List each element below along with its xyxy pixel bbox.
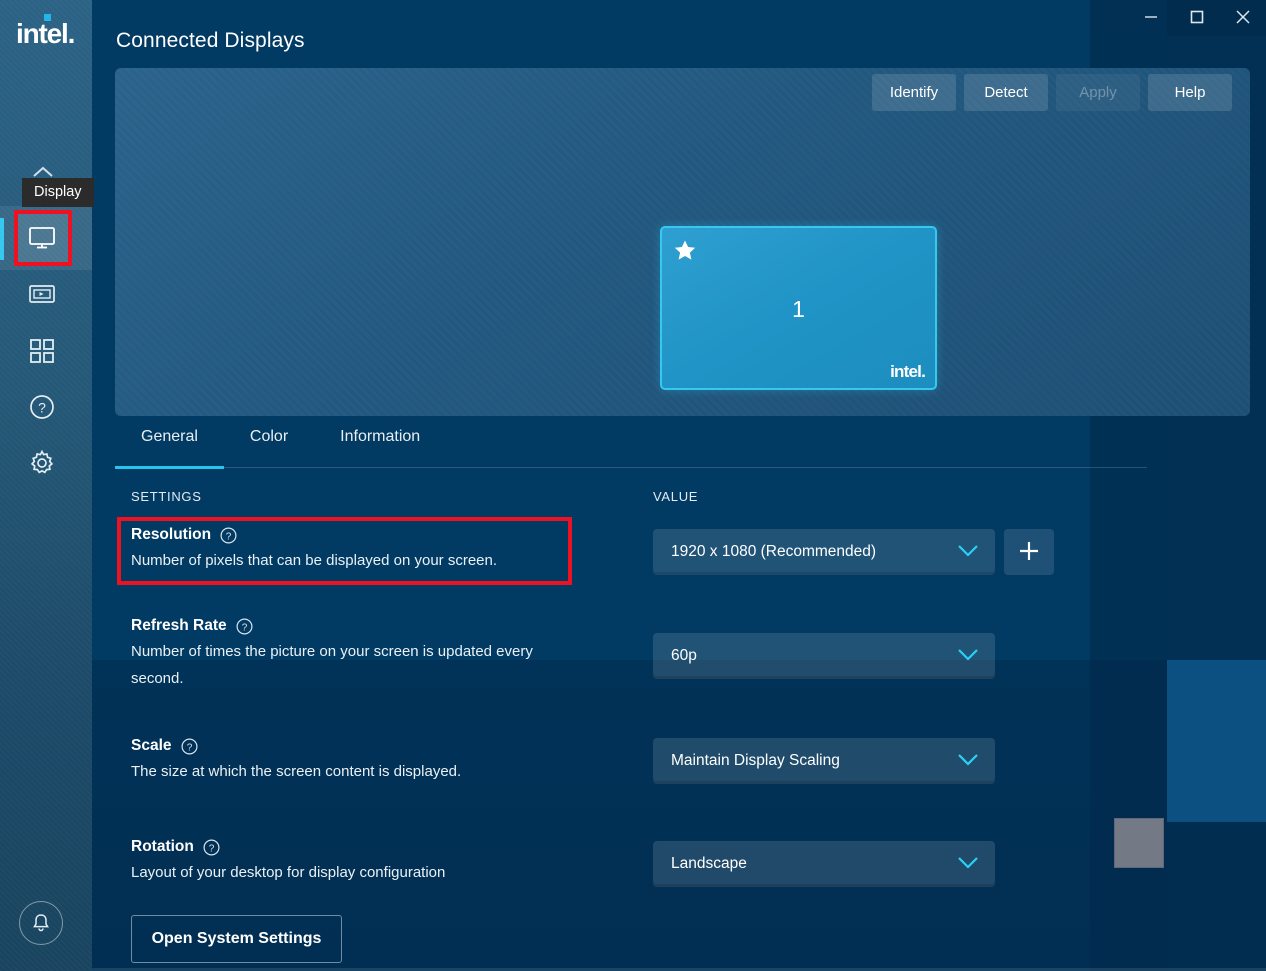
window-controls bbox=[1128, 0, 1266, 34]
intel-logo-text: intel bbox=[16, 18, 69, 49]
svg-text:?: ? bbox=[186, 742, 192, 753]
grid-apps-icon[interactable] bbox=[14, 325, 70, 377]
display-card-intel-logo: intel. bbox=[890, 362, 926, 382]
display-preview-panel: Identify Detect Apply Help 1 intel. bbox=[115, 68, 1250, 416]
setting-label-resolution: Resolution ? bbox=[131, 526, 497, 544]
setting-label-refresh-rate: Refresh Rate ? bbox=[131, 617, 571, 635]
video-icon[interactable] bbox=[14, 268, 70, 320]
tab-bar: General Color Information bbox=[115, 424, 1147, 469]
dropdown-value: Landscape bbox=[671, 855, 747, 872]
dropdown-scale[interactable]: Maintain Display Scaling bbox=[653, 738, 995, 784]
dropdown-refresh-rate[interactable]: 60p bbox=[653, 633, 995, 679]
plus-icon bbox=[1018, 540, 1040, 565]
question-circle-icon[interactable]: ? bbox=[220, 526, 237, 544]
dropdown-rotation[interactable]: Landscape bbox=[653, 841, 995, 887]
setting-description: Number of pixels that can be displayed o… bbox=[131, 552, 498, 569]
setting-description: Number of times the picture on your scre… bbox=[131, 643, 533, 687]
intel-logo-tick bbox=[44, 14, 51, 21]
setting-label-scale: Scale ? bbox=[131, 737, 461, 755]
setting-description: Layout of your desktop for display confi… bbox=[131, 864, 446, 881]
intel-graphics-command-center-window: intel. Display ? Connected Displays Iden… bbox=[0, 0, 1266, 971]
dropdown-value: 60p bbox=[671, 647, 697, 664]
dropdown-value: 1920 x 1080 (Recommended) bbox=[671, 543, 877, 560]
background-block-accent bbox=[1167, 660, 1266, 822]
sidebar-tooltip-display: Display bbox=[22, 178, 94, 207]
toolbar: Identify Detect Apply Help bbox=[872, 74, 1232, 111]
background-block-right-lower bbox=[1090, 660, 1167, 971]
intel-logo-dot: . bbox=[67, 18, 76, 49]
sidebar: intel. Display ? bbox=[0, 0, 94, 971]
display-card-logo-text: intel bbox=[890, 362, 922, 381]
tab-information[interactable]: Information bbox=[314, 424, 446, 468]
svg-text:?: ? bbox=[226, 531, 232, 542]
setting-title: Refresh Rate bbox=[131, 617, 227, 634]
chevron-down-icon bbox=[957, 544, 979, 563]
display-card-logo-dot: . bbox=[921, 362, 926, 381]
display-card-1[interactable]: 1 intel. bbox=[660, 226, 937, 390]
question-circle-icon[interactable]: ? bbox=[14, 381, 70, 433]
setting-description: The size at which the screen content is … bbox=[131, 763, 462, 780]
background-block-bottomright bbox=[1167, 822, 1266, 971]
setting-title: Rotation bbox=[131, 838, 194, 855]
setting-row-rotation: Rotation ? Layout of your desktop for di… bbox=[131, 838, 445, 886]
setting-row-resolution: Resolution ? Number of pixels that can b… bbox=[131, 526, 497, 574]
add-custom-resolution-button[interactable] bbox=[1004, 529, 1054, 575]
dropdown-value: Maintain Display Scaling bbox=[671, 752, 840, 769]
display-number: 1 bbox=[792, 296, 805, 322]
close-icon[interactable] bbox=[1220, 0, 1266, 34]
question-circle-icon[interactable]: ? bbox=[203, 838, 220, 856]
open-system-settings-button[interactable]: Open System Settings bbox=[131, 915, 342, 963]
tab-general[interactable]: General bbox=[115, 424, 224, 469]
page-title: Connected Displays bbox=[116, 29, 305, 52]
minimize-icon[interactable] bbox=[1128, 0, 1174, 34]
svg-text:?: ? bbox=[209, 843, 215, 854]
background-grey-square bbox=[1114, 818, 1164, 868]
chevron-down-icon bbox=[957, 648, 979, 667]
tab-color[interactable]: Color bbox=[224, 424, 314, 468]
identify-button[interactable]: Identify bbox=[872, 74, 956, 111]
setting-title: Resolution bbox=[131, 526, 212, 543]
column-header-value: VALUE bbox=[653, 489, 699, 504]
setting-row-scale: Scale ? The size at which the screen con… bbox=[131, 737, 461, 785]
intel-logo: intel. bbox=[16, 14, 76, 50]
detect-button[interactable]: Detect bbox=[964, 74, 1048, 111]
apply-button: Apply bbox=[1056, 74, 1140, 111]
sidebar-collapse-caret-icon[interactable] bbox=[32, 165, 54, 177]
gear-icon[interactable] bbox=[14, 437, 70, 489]
chevron-down-icon bbox=[957, 753, 979, 772]
question-circle-icon[interactable]: ? bbox=[181, 737, 198, 755]
bell-icon[interactable] bbox=[19, 901, 63, 945]
column-header-settings: SETTINGS bbox=[131, 489, 202, 504]
setting-label-rotation: Rotation ? bbox=[131, 838, 445, 856]
setting-row-refresh-rate: Refresh Rate ? Number of times the pictu… bbox=[131, 617, 571, 692]
svg-text:?: ? bbox=[241, 622, 247, 633]
help-button[interactable]: Help bbox=[1148, 74, 1232, 111]
dropdown-resolution[interactable]: 1920 x 1080 (Recommended) bbox=[653, 529, 995, 575]
highlight-box-sidebar-display bbox=[14, 210, 72, 266]
setting-title: Scale bbox=[131, 737, 172, 754]
svg-text:?: ? bbox=[38, 400, 46, 416]
chevron-down-icon bbox=[957, 856, 979, 875]
star-icon bbox=[674, 240, 696, 266]
question-circle-icon[interactable]: ? bbox=[236, 617, 253, 635]
maximize-icon[interactable] bbox=[1174, 0, 1220, 34]
